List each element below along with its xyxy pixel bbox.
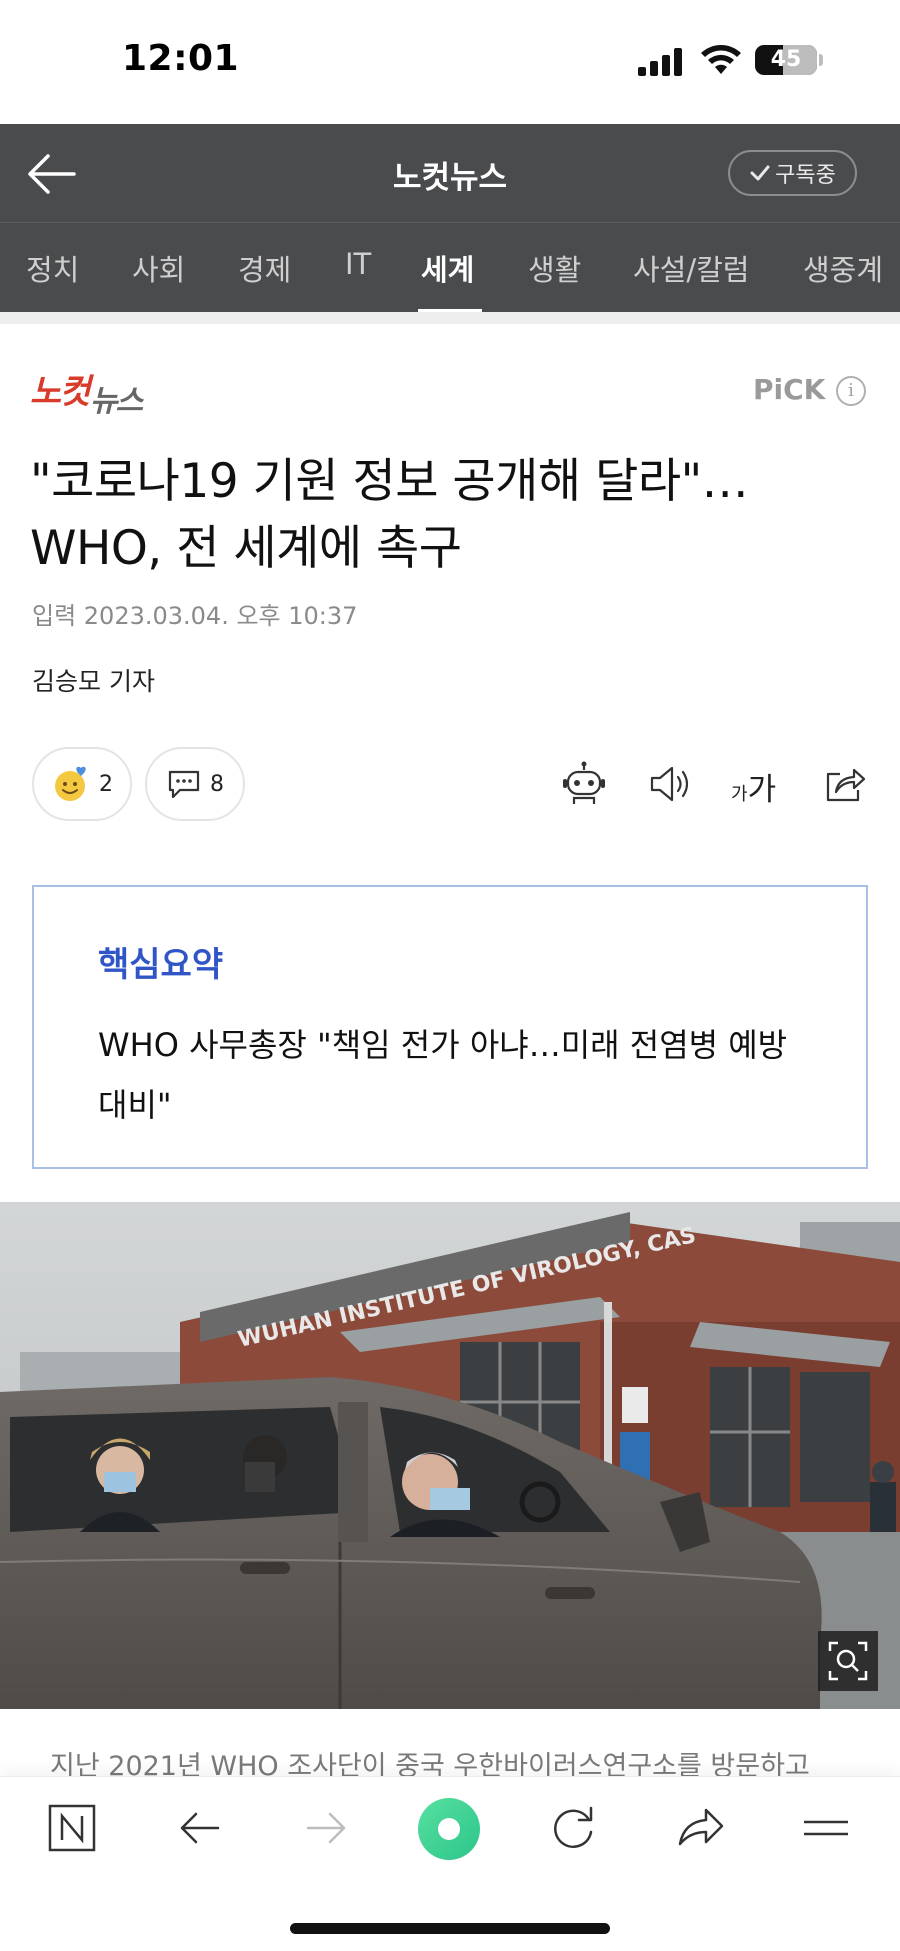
status-bar: 12:01 45 — [0, 0, 900, 124]
menu-icon[interactable] — [798, 1800, 854, 1856]
app-header: 노컷뉴스 구독중 — [0, 124, 900, 222]
reaction-count: 2 — [99, 771, 113, 797]
tab-live[interactable]: 생중계 — [803, 247, 883, 289]
divider — [0, 312, 900, 324]
comment-button[interactable]: 8 — [145, 747, 245, 821]
battery-level: 45 — [770, 47, 802, 72]
speech-bubble-icon — [168, 770, 200, 799]
wifi-icon — [701, 45, 741, 74]
battery-nub — [819, 54, 823, 66]
reaction-button[interactable]: 2 — [32, 747, 132, 821]
summary-title: 핵심요약 — [98, 945, 224, 985]
tab-politics[interactable]: 정치 — [26, 247, 79, 289]
tab-society[interactable]: 사회 — [132, 247, 185, 289]
wuhan-institute-photo: WUHAN INSTITUTE OF VIROLOGY, CAS — [0, 1202, 900, 1709]
share-arrow-icon[interactable] — [672, 1800, 728, 1856]
subscribe-button[interactable]: 구독중 — [728, 150, 857, 196]
speaker-icon[interactable] — [646, 760, 694, 808]
article-author[interactable]: 김승모 기자 — [32, 662, 155, 698]
home-indicator — [290, 1923, 610, 1934]
zoom-icon — [828, 1641, 868, 1681]
info-icon[interactable]: i — [836, 376, 866, 406]
battery-indicator: 45 — [755, 45, 817, 75]
font-size-small: 가 — [731, 784, 748, 805]
smile-face-icon — [55, 766, 86, 801]
naver-n-icon[interactable] — [44, 1800, 100, 1856]
refresh-icon[interactable] — [545, 1800, 601, 1856]
section-tabs: 정치 사회 경제 IT 세계 생활 사설/칼럼 생중계 — [0, 222, 900, 312]
subscribe-label: 구독중 — [775, 163, 836, 188]
tab-world[interactable]: 세계 — [421, 247, 474, 289]
comment-count: 8 — [210, 771, 224, 797]
font-size-button[interactable]: 가가 — [731, 764, 776, 809]
status-time: 12:01 — [122, 38, 240, 79]
check-icon — [750, 165, 770, 181]
photo-zoom-button[interactable] — [818, 1631, 878, 1691]
article-headline: "코로나19 기원 정보 공개해 달라"… WHO, 전 세계에 촉구 — [30, 454, 749, 576]
tab-it[interactable]: IT — [345, 247, 371, 281]
robot-icon[interactable] — [560, 760, 608, 808]
press-logo[interactable]: 노컷 뉴스 — [30, 364, 155, 419]
pick-label: PiCK — [753, 373, 826, 406]
key-summary-box: 핵심요약 WHO 사무총장 "책임 전가 아냐…미래 전염병 예방 대비" — [32, 885, 868, 1169]
share-icon[interactable] — [820, 760, 868, 808]
summary-body: WHO 사무총장 "책임 전가 아냐…미래 전염병 예방 대비" — [98, 1026, 788, 1124]
article-photo[interactable]: WUHAN INSTITUTE OF VIROLOGY, CAS — [0, 1202, 900, 1709]
tab-editorial[interactable]: 사설/칼럼 — [633, 247, 750, 289]
green-dot-icon[interactable] — [416, 1796, 482, 1862]
arrow-left-icon[interactable] — [172, 1800, 228, 1856]
tab-life[interactable]: 생활 — [528, 247, 581, 289]
arrow-right-icon[interactable] — [298, 1800, 354, 1856]
font-size-big: 가 — [747, 772, 777, 808]
cellular-signal-icon — [638, 48, 682, 76]
tab-economy[interactable]: 경제 — [238, 247, 291, 289]
article-dateline: 입력 2023.03.04. 오후 10:37 — [32, 602, 358, 630]
